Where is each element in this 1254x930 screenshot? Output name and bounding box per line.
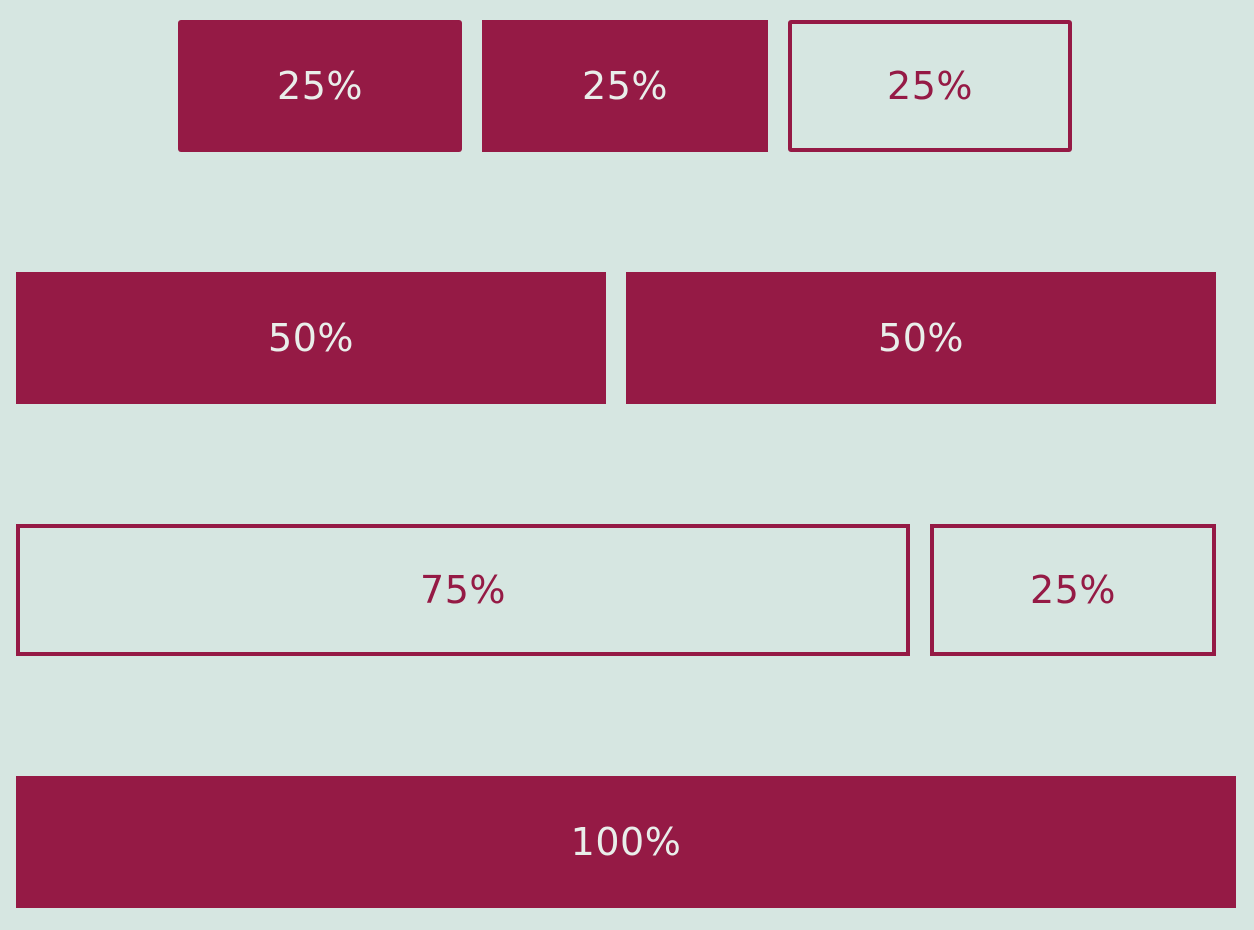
width-50-button[interactable]: 50% <box>626 272 1216 404</box>
width-25-button[interactable]: 25% <box>178 20 462 152</box>
width-25-outline-button[interactable]: 25% <box>788 20 1072 152</box>
width-25-button[interactable]: 25% <box>482 20 768 152</box>
width-50-button[interactable]: 50% <box>16 272 606 404</box>
width-25-outline-button[interactable]: 25% <box>930 524 1216 656</box>
width-75-outline-button[interactable]: 75% <box>16 524 910 656</box>
width-100-button[interactable]: 100% <box>16 776 1236 908</box>
